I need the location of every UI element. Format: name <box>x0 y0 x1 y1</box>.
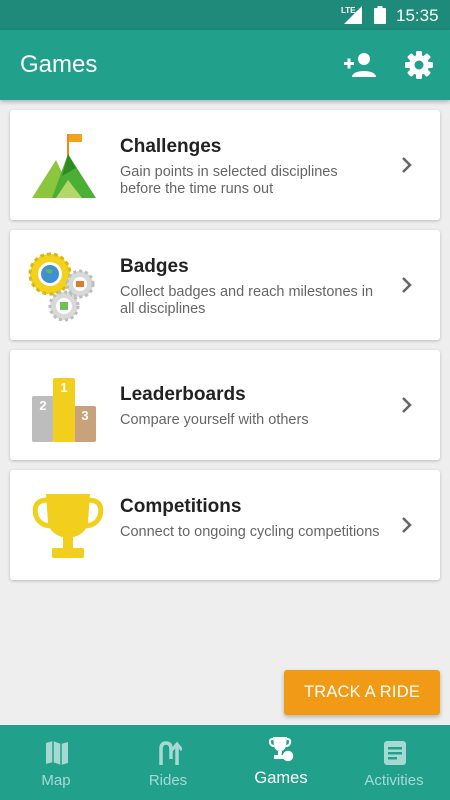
card-title: Competitions <box>120 496 242 517</box>
activities-icon <box>384 741 406 765</box>
gear-icon[interactable] <box>404 50 434 80</box>
podium-second-label: 2 <box>39 398 46 413</box>
trophy-icon <box>32 494 104 558</box>
rides-icon <box>159 741 182 765</box>
chevron-right-icon <box>402 517 412 533</box>
nav-label: Games <box>254 769 308 787</box>
games-icon <box>269 737 295 763</box>
lte-signal-icon: LTE <box>341 6 362 24</box>
status-time: 15:35 <box>396 6 439 25</box>
card-title: Badges <box>120 256 189 277</box>
status-bar: LTE 15:35 <box>0 0 450 30</box>
chevron-right-icon <box>402 397 412 413</box>
card-title: Leaderboards <box>120 384 246 405</box>
card-description: Collect badges and reach milestones in a… <box>120 284 374 317</box>
badges-gears-icon <box>28 252 95 322</box>
podium-first-label: 1 <box>60 380 67 395</box>
leaderboards-card[interactable]: 2 1 3 Leaderboards Compare yourself with… <box>10 350 440 460</box>
nav-item-activities[interactable]: Activities <box>338 725 450 800</box>
card-description: Gain points in selected disciplines befo… <box>120 164 338 197</box>
podium-icon: 2 1 3 <box>32 378 96 442</box>
chevron-right-icon <box>402 157 412 173</box>
card-title: Challenges <box>120 136 222 157</box>
chevron-right-icon <box>402 277 412 293</box>
bottom-navigation: Map Rides Games Activities <box>0 725 450 800</box>
mountain-flag-icon <box>32 134 96 198</box>
track-a-ride-button[interactable]: TRACK A RIDE <box>284 670 440 715</box>
nav-item-games[interactable]: Games <box>225 725 337 800</box>
battery-icon <box>374 6 386 24</box>
map-icon <box>46 741 68 765</box>
svg-text:LTE: LTE <box>341 6 356 15</box>
nav-item-rides[interactable]: Rides <box>112 725 224 800</box>
card-description: Connect to ongoing cycling competitions <box>120 524 380 540</box>
nav-item-map[interactable]: Map <box>0 725 112 800</box>
nav-label: Rides <box>148 772 188 789</box>
challenges-card[interactable]: Challenges Gain points in selected disci… <box>10 110 440 220</box>
badges-card[interactable]: Badges Collect badges and reach mileston… <box>10 230 440 340</box>
podium-third-label: 3 <box>81 408 88 423</box>
competitions-card[interactable]: Competitions Connect to ongoing cycling … <box>10 470 440 580</box>
page-title: Games <box>20 51 98 78</box>
app-bar: Games <box>0 30 450 100</box>
card-description: Compare yourself with others <box>120 412 309 428</box>
person-add-icon[interactable] <box>342 51 376 79</box>
nav-label: Map <box>41 772 71 789</box>
nav-label: Activities <box>364 772 424 789</box>
